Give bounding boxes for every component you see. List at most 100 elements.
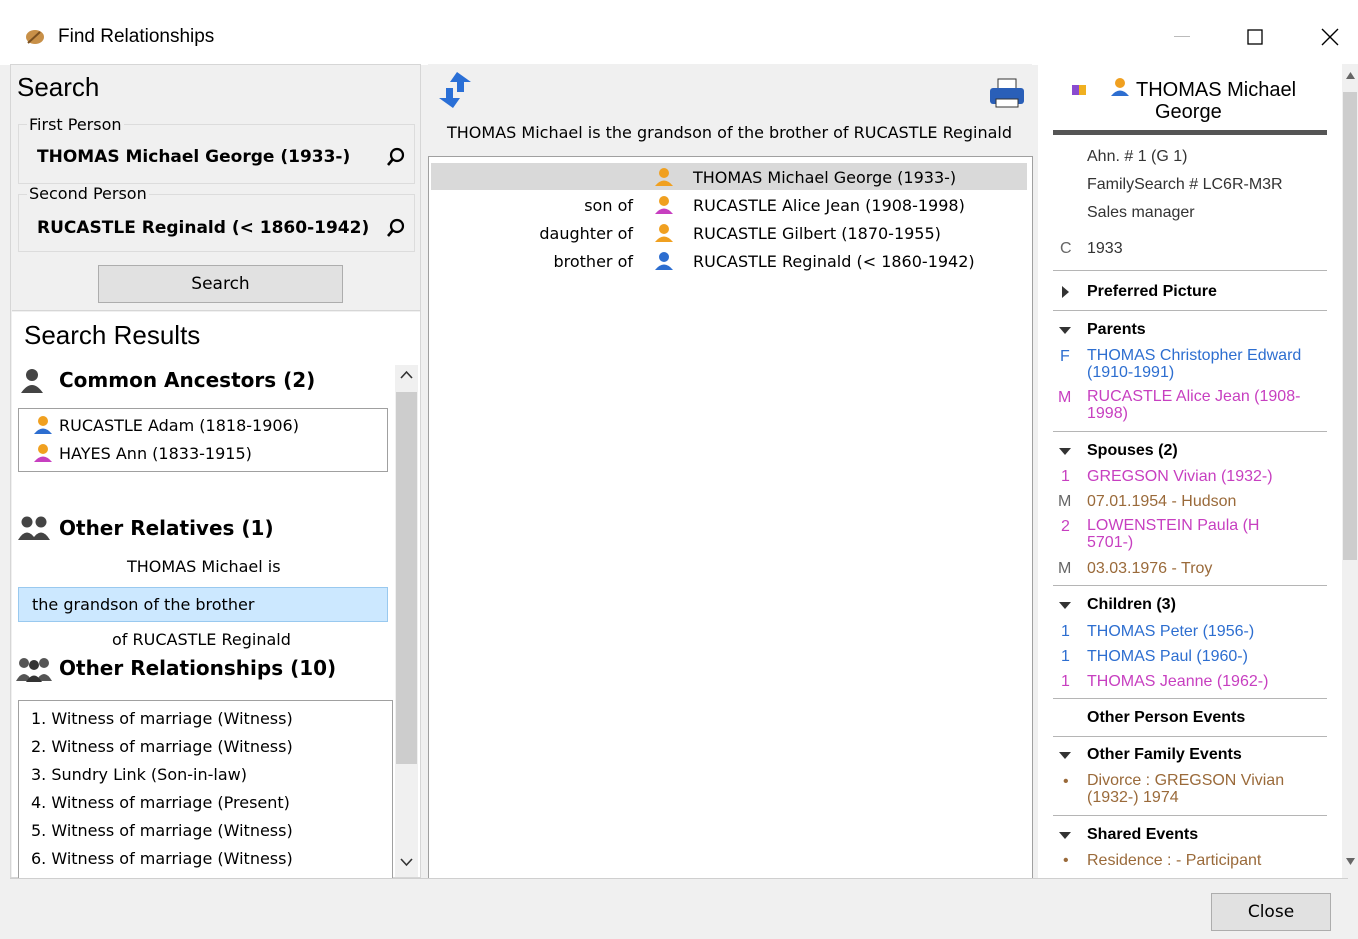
marriage1-key: M bbox=[1058, 493, 1072, 510]
marriage1-event[interactable]: 07.01.1954 - Hudson bbox=[1087, 493, 1236, 511]
collapse-icon[interactable] bbox=[1059, 752, 1071, 759]
birth-year: 1933 bbox=[1087, 240, 1123, 257]
relation-label: brother of bbox=[553, 252, 633, 271]
divider bbox=[12, 310, 420, 311]
divorce-event[interactable]: Divorce : GREGSON Vivian bbox=[1087, 773, 1284, 789]
expand-icon[interactable] bbox=[1062, 286, 1069, 298]
children-header[interactable]: Children (3) bbox=[1087, 596, 1176, 614]
two-people-icon bbox=[18, 516, 50, 540]
chain-toolbar bbox=[428, 64, 1032, 156]
divorce-event-date[interactable]: (1932-) 1974 bbox=[1087, 790, 1179, 806]
list-item[interactable]: 1. Witness of marriage (Witness) bbox=[31, 709, 293, 728]
list-item[interactable]: 4. Witness of marriage (Present) bbox=[31, 793, 290, 812]
chevron-down-icon[interactable] bbox=[400, 857, 413, 867]
title-bar: Find Relationships bbox=[0, 0, 1358, 65]
spouse2-link-dates[interactable]: 5701-) bbox=[1087, 535, 1133, 551]
list-item[interactable]: 2. Witness of marriage (Witness) bbox=[31, 737, 293, 756]
search-icon[interactable] bbox=[385, 146, 407, 168]
detail-name: THOMAS Michael bbox=[1136, 79, 1297, 101]
first-person-value[interactable]: THOMAS Michael George (1933-) bbox=[37, 147, 350, 167]
shared-events-header[interactable]: Shared Events bbox=[1087, 826, 1198, 844]
feather-app-icon bbox=[26, 30, 44, 44]
divider bbox=[1053, 310, 1327, 311]
search-icon[interactable] bbox=[385, 217, 407, 239]
spouse1-link[interactable]: GREGSON Vivian (1932-) bbox=[1087, 468, 1273, 486]
detail-scrollbar-thumb[interactable] bbox=[1343, 92, 1357, 560]
maximize-button[interactable] bbox=[1230, 18, 1280, 56]
child3-link[interactable]: THOMAS Jeanne (1962-) bbox=[1087, 673, 1268, 691]
swap-persons-icon[interactable] bbox=[435, 70, 475, 110]
search-button[interactable]: Search bbox=[98, 265, 343, 303]
collapse-icon[interactable] bbox=[1059, 602, 1071, 609]
mother-link-dates[interactable]: 1998) bbox=[1087, 406, 1128, 422]
father-key: F bbox=[1060, 348, 1070, 365]
minimize-icon bbox=[1174, 36, 1190, 37]
detail-name-line2: George bbox=[1155, 101, 1222, 123]
collapse-icon[interactable] bbox=[1059, 448, 1071, 455]
child1-link[interactable]: THOMAS Peter (1956-) bbox=[1087, 623, 1254, 641]
parents-header[interactable]: Parents bbox=[1087, 321, 1146, 339]
male-person-icon bbox=[1111, 78, 1129, 96]
familysearch-id: FamilySearch # LC6R-M3R bbox=[1087, 176, 1283, 193]
marriage2-event[interactable]: 03.03.1976 - Troy bbox=[1087, 560, 1212, 578]
chain-person[interactable]: RUCASTLE Gilbert (1870-1955) bbox=[693, 224, 941, 243]
other-family-events-header[interactable]: Other Family Events bbox=[1087, 746, 1242, 764]
list-item[interactable]: HAYES Ann (1833-1915) bbox=[59, 444, 252, 463]
minimize-button[interactable] bbox=[1157, 18, 1207, 56]
collapse-icon[interactable] bbox=[1059, 327, 1071, 334]
relation-label: son of bbox=[584, 196, 633, 215]
father-link[interactable]: THOMAS Christopher Edward bbox=[1087, 348, 1301, 364]
divider bbox=[1053, 736, 1327, 737]
print-icon[interactable] bbox=[988, 77, 1026, 109]
mother-link[interactable]: RUCASTLE Alice Jean (1908- bbox=[1087, 389, 1300, 405]
second-person-value[interactable]: RUCASTLE Reginald (< 1860-1942) bbox=[37, 218, 369, 238]
female-person-icon bbox=[655, 196, 673, 214]
child2-link[interactable]: THOMAS Paul (1960-) bbox=[1087, 648, 1248, 666]
chain-person[interactable]: RUCASTLE Reginald (< 1860-1942) bbox=[693, 252, 975, 271]
spouse1-key: 1 bbox=[1061, 468, 1070, 485]
spouse2-key: 2 bbox=[1061, 518, 1070, 535]
ahnentafel-number: Ahn. # 1 (G 1) bbox=[1087, 148, 1188, 165]
male-person-icon bbox=[655, 168, 673, 186]
residence-event[interactable]: Residence : - Participant bbox=[1087, 852, 1261, 870]
list-item[interactable]: 3. Sundry Link (Son-in-law) bbox=[31, 765, 247, 784]
chevron-down-icon[interactable] bbox=[1346, 858, 1355, 865]
child2-key: 1 bbox=[1061, 648, 1070, 665]
group-people-icon bbox=[16, 658, 52, 682]
spouses-header[interactable]: Spouses (2) bbox=[1087, 442, 1178, 460]
relation-label: daughter of bbox=[539, 224, 633, 243]
other-person-events-header[interactable]: Other Person Events bbox=[1087, 709, 1245, 727]
preferred-picture-header[interactable]: Preferred Picture bbox=[1087, 283, 1217, 301]
list-item[interactable]: 5. Witness of marriage (Witness) bbox=[31, 821, 293, 840]
mother-key: M bbox=[1058, 389, 1072, 406]
close-button[interactable]: Close bbox=[1211, 893, 1331, 931]
relation-selected[interactable]: the grandson of the brother bbox=[18, 587, 388, 622]
list-item[interactable]: 6. Witness of marriage (Witness) bbox=[31, 849, 293, 868]
chevron-up-icon[interactable] bbox=[400, 370, 413, 380]
person-silhouette-icon bbox=[21, 369, 43, 393]
list-item[interactable]: RUCASTLE Adam (1818-1906) bbox=[59, 416, 299, 435]
search-heading: Search bbox=[17, 72, 100, 102]
spouse2-link[interactable]: LOWENSTEIN Paula (H bbox=[1087, 518, 1259, 534]
relation-prefix: THOMAS Michael is bbox=[127, 557, 281, 576]
female-person-icon bbox=[34, 444, 52, 462]
occupation: Sales manager bbox=[1087, 204, 1195, 221]
divider bbox=[1053, 585, 1327, 586]
father-link-dates[interactable]: (1910-1991) bbox=[1087, 365, 1174, 381]
relation-selected-text: the grandson of the brother bbox=[32, 595, 255, 614]
collapse-icon[interactable] bbox=[1059, 832, 1071, 839]
chevron-up-icon[interactable] bbox=[1346, 72, 1355, 79]
divider bbox=[1053, 698, 1327, 699]
maximize-icon bbox=[1247, 29, 1263, 45]
marriage2-key: M bbox=[1058, 560, 1072, 577]
relationship-caption: THOMAS Michael is the grandson of the br… bbox=[447, 123, 1012, 142]
header-rule bbox=[1053, 130, 1327, 135]
results-scrollbar-thumb[interactable] bbox=[396, 392, 417, 764]
close-window-button[interactable] bbox=[1305, 18, 1355, 56]
bullet: • bbox=[1063, 773, 1069, 790]
chain-person[interactable]: THOMAS Michael George (1933-) bbox=[693, 168, 956, 187]
chain-person[interactable]: RUCASTLE Alice Jean (1908-1998) bbox=[693, 196, 965, 215]
window-title: Find Relationships bbox=[58, 26, 215, 47]
footer-divider bbox=[10, 878, 1348, 879]
close-icon bbox=[1321, 28, 1339, 46]
